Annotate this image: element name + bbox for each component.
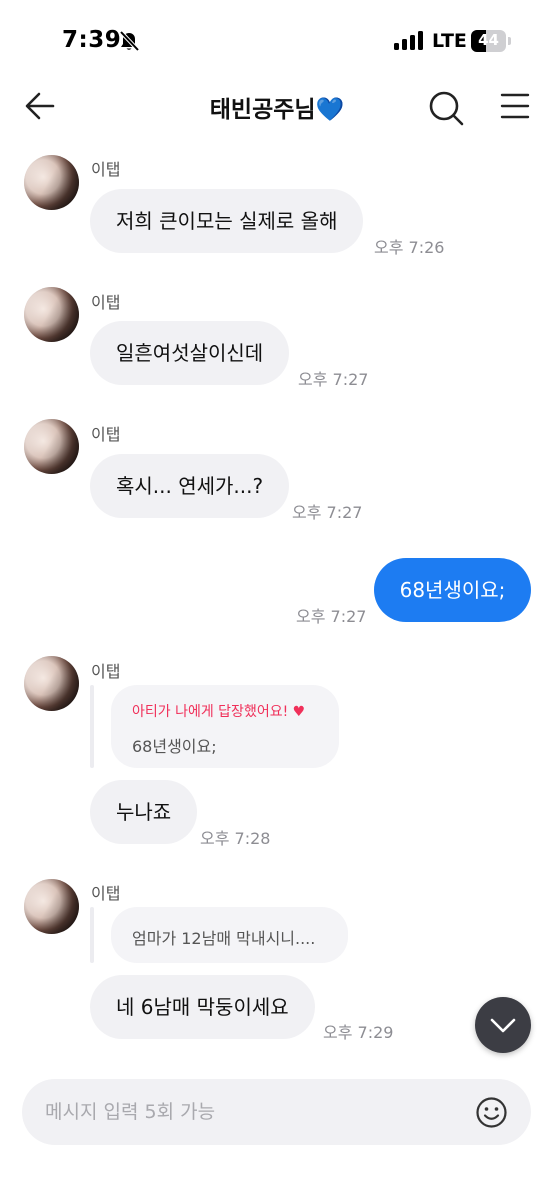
signal-icon <box>394 31 423 50</box>
incoming-message-bubble[interactable]: 누나죠 <box>90 780 198 844</box>
reply-header: 아티가 나에게 답장했어요! ♥ <box>132 704 306 720</box>
outgoing-message-bubble[interactable]: 68년생이요; <box>374 558 531 622</box>
message-time: 오후 7:27 <box>292 503 363 522</box>
quoted-reply[interactable]: 엄마가 12남매 막내시니.... <box>111 907 348 963</box>
reply-text: 68년생이요; <box>132 737 217 756</box>
message-composer <box>0 1072 554 1200</box>
message-time: 오후 7:26 <box>374 238 445 257</box>
chat-title: 태빈공주님💙 <box>0 90 554 124</box>
avatar[interactable] <box>24 656 79 711</box>
quoted-reply[interactable]: 아티가 나에게 답장했어요! ♥ 68년생이요; <box>111 685 339 768</box>
incoming-message-bubble[interactable]: 저희 큰이모는 실제로 올해 <box>90 189 364 253</box>
avatar[interactable] <box>24 287 79 342</box>
message-time: 오후 7:28 <box>200 829 271 848</box>
scroll-to-bottom-button[interactable] <box>475 997 531 1053</box>
avatar[interactable] <box>24 419 79 474</box>
message-time: 오후 7:27 <box>298 370 369 389</box>
avatar[interactable] <box>24 155 79 210</box>
message-input[interactable] <box>22 1079 531 1145</box>
message-time: 오후 7:27 <box>296 607 367 626</box>
battery-percent: 44 <box>478 31 499 49</box>
sender-name: 이탭 <box>91 884 121 903</box>
chat-header: 태빈공주님💙 <box>0 78 554 138</box>
menu-button[interactable] <box>496 90 534 124</box>
message-time: 오후 7:29 <box>323 1023 394 1042</box>
chevron-down-icon <box>490 1018 516 1033</box>
search-button[interactable] <box>424 86 468 130</box>
status-bar: 7:39 LTE 44 <box>0 0 554 78</box>
incoming-message-bubble[interactable]: 혹시... 연세가...? <box>90 454 290 518</box>
bell-slash-icon <box>119 30 140 52</box>
blue-heart-emoji: 💙 <box>315 97 345 123</box>
menu-icon <box>500 93 530 119</box>
incoming-message-bubble[interactable]: 네 6남매 막둥이세요 <box>90 975 315 1039</box>
reply-text: 엄마가 12남매 막내시니.... <box>132 929 316 948</box>
search-icon <box>429 91 464 126</box>
network-label: LTE <box>432 30 467 52</box>
sender-name: 이탭 <box>91 425 121 444</box>
incoming-message-bubble[interactable]: 일흔여섯살이신데 <box>90 321 290 385</box>
sender-name: 이탭 <box>91 662 121 681</box>
sender-name: 이탭 <box>91 293 121 312</box>
heart-icon: ♥ <box>292 704 306 720</box>
chat-title-text: 태빈공주님 <box>209 97 316 123</box>
reply-indicator-bar <box>90 685 94 768</box>
sender-name: 이탭 <box>91 160 121 179</box>
reply-indicator-bar <box>90 907 94 963</box>
emoji-button[interactable] <box>475 1096 508 1129</box>
avatar[interactable] <box>24 879 79 934</box>
smiley-icon <box>476 1097 507 1128</box>
status-time: 7:39 <box>62 27 122 53</box>
battery-icon: 44 <box>471 30 511 52</box>
